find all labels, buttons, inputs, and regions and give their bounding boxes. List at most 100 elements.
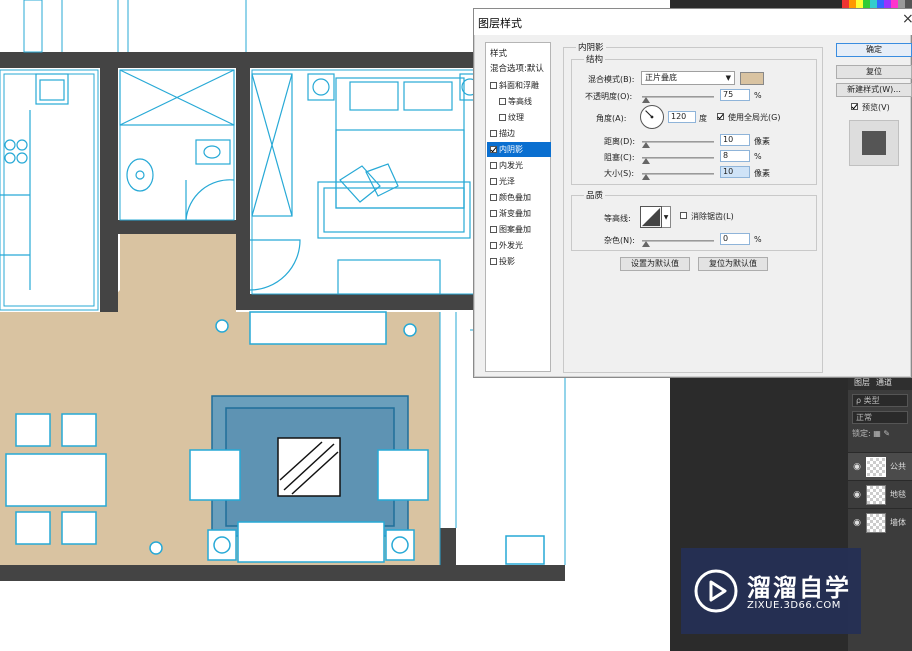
style-item-label: 渐变叠加 [499,209,531,218]
checkbox-icon[interactable] [490,146,497,153]
play-logo-icon [694,569,738,613]
styles-list-header: 样式 [487,47,551,62]
choke-unit: % [754,152,762,161]
checkbox-icon[interactable] [499,98,506,105]
global-light-label: 使用全局光(G) [728,113,781,122]
style-item-satin[interactable]: 光泽 [487,174,551,189]
dialog-titlebar[interactable]: 图层样式 × [474,9,912,35]
style-preview-thumbnail [849,120,899,166]
opacity-slider-knob[interactable] [642,97,650,103]
blend-mode-value: 正片叠底 [645,73,677,82]
checkbox-icon[interactable] [490,242,497,249]
layer-thumbnail [866,456,886,477]
checkbox-icon[interactable] [490,130,497,137]
new-style-button[interactable]: 新建样式(W)... [836,83,912,97]
style-item-label: 光泽 [499,177,515,186]
size-slider[interactable] [642,173,714,180]
noise-input[interactable]: 0 [720,233,750,245]
layer-name: 公共 [890,462,906,471]
blend-options-item[interactable]: 混合选项:默认 [487,62,551,77]
opacity-slider[interactable] [642,96,714,103]
angle-unit: 度 [699,114,707,123]
layer-blend-mode-select[interactable]: 正常 [852,411,908,424]
style-item-texture[interactable]: 纹理 [487,110,551,125]
style-item-outer-glow[interactable]: 外发光 [487,238,551,253]
checkbox-icon[interactable] [490,210,497,217]
anti-alias-label: 消除锯齿(L) [691,212,734,221]
size-label: 大小(S): [604,169,635,178]
distance-unit: 像素 [754,137,770,146]
eye-icon[interactable]: ◉ [848,518,866,528]
eye-icon[interactable]: ◉ [848,490,866,500]
watermark-badge: 溜溜自学 ZIXUE.3D66.COM [681,548,861,634]
tab-channels[interactable]: 通道 [876,377,892,388]
layer-row[interactable]: ◉ 公共 [848,452,912,480]
style-item-bevel-emboss[interactable]: 斜面和浮雕 [487,78,551,93]
style-item-label: 颜色叠加 [499,193,531,202]
style-item-label: 等高线 [508,97,532,106]
style-item-label: 图案叠加 [499,225,531,234]
style-item-drop-shadow[interactable]: 投影 [487,254,551,269]
layer-filter-select[interactable]: ρ 类型 [852,394,908,407]
style-item-inner-glow[interactable]: 内发光 [487,158,551,173]
styles-header-label: 样式 [490,49,508,59]
style-item-label: 外发光 [499,241,523,250]
angle-dial-icon[interactable] [640,105,664,129]
layer-name: 地毯 [890,490,906,499]
blend-mode-select[interactable]: 正片叠底 ▼ [641,71,735,85]
choke-slider[interactable] [642,157,714,164]
lock-icons[interactable]: ▦ ✎ [873,429,890,438]
style-item-color-overlay[interactable]: 颜色叠加 [487,190,551,205]
watermark-url: ZIXUE.3D66.COM [747,600,841,611]
shadow-color-swatch[interactable] [740,72,764,85]
checkbox-icon[interactable] [490,162,497,169]
styles-list: 样式 混合选项:默认 斜面和浮雕 等高线 纹理 描边 内阴影 内发光 光泽 颜色… [485,42,551,372]
choke-label: 阻塞(C): [604,153,635,162]
distance-slider[interactable] [642,141,714,148]
chevron-down-icon[interactable]: ▼ [662,206,671,228]
size-input[interactable]: 10 [720,166,750,178]
reset-button[interactable]: 复位 [836,65,912,79]
layer-row[interactable]: ◉ 地毯 [848,480,912,508]
checkbox-icon[interactable] [490,178,497,185]
distance-slider-knob[interactable] [642,142,650,148]
style-item-inner-shadow[interactable]: 内阴影 [487,142,551,157]
style-item-gradient-overlay[interactable]: 渐变叠加 [487,206,551,221]
close-icon[interactable]: × [902,12,912,26]
reset-default-button[interactable]: 复位为默认值 [698,257,768,271]
layer-lock-row: 锁定: ▦ ✎ [852,428,908,440]
noise-slider[interactable] [642,240,714,247]
blend-options-label: 混合选项:默认 [490,64,544,74]
preview-checkbox[interactable] [851,103,858,110]
layer-thumbnail [866,484,886,505]
checkbox-icon[interactable] [490,194,497,201]
choke-input[interactable]: 8 [720,150,750,162]
choke-slider-knob[interactable] [642,158,650,164]
layer-thumbnail [866,512,886,533]
dialog-title: 图层样式 [478,17,522,30]
noise-slider-knob[interactable] [642,241,650,247]
style-item-pattern-overlay[interactable]: 图案叠加 [487,222,551,237]
layer-row[interactable]: ◉ 墙体 [848,508,912,536]
size-unit: 像素 [754,169,770,178]
tab-layers[interactable]: 图层 [854,377,870,388]
global-light-checkbox[interactable] [717,113,724,120]
chevron-down-icon: ▼ [725,74,731,82]
style-item-label: 内阴影 [499,145,523,154]
opacity-input[interactable]: 75 [720,89,750,101]
eye-icon[interactable]: ◉ [848,462,866,472]
checkbox-icon[interactable] [490,258,497,265]
checkbox-icon[interactable] [490,226,497,233]
angle-input[interactable]: 120 [668,111,696,123]
size-slider-knob[interactable] [642,174,650,180]
style-item-label: 纹理 [508,113,524,122]
style-item-stroke[interactable]: 描边 [487,126,551,141]
contour-curve-icon[interactable] [640,206,662,228]
distance-input[interactable]: 10 [720,134,750,146]
checkbox-icon[interactable] [490,82,497,89]
ok-button[interactable]: 确定 [836,43,912,57]
anti-alias-checkbox[interactable] [680,212,687,219]
style-item-contour[interactable]: 等高线 [487,94,551,109]
make-default-button[interactable]: 设置为默认值 [620,257,690,271]
checkbox-icon[interactable] [499,114,506,121]
